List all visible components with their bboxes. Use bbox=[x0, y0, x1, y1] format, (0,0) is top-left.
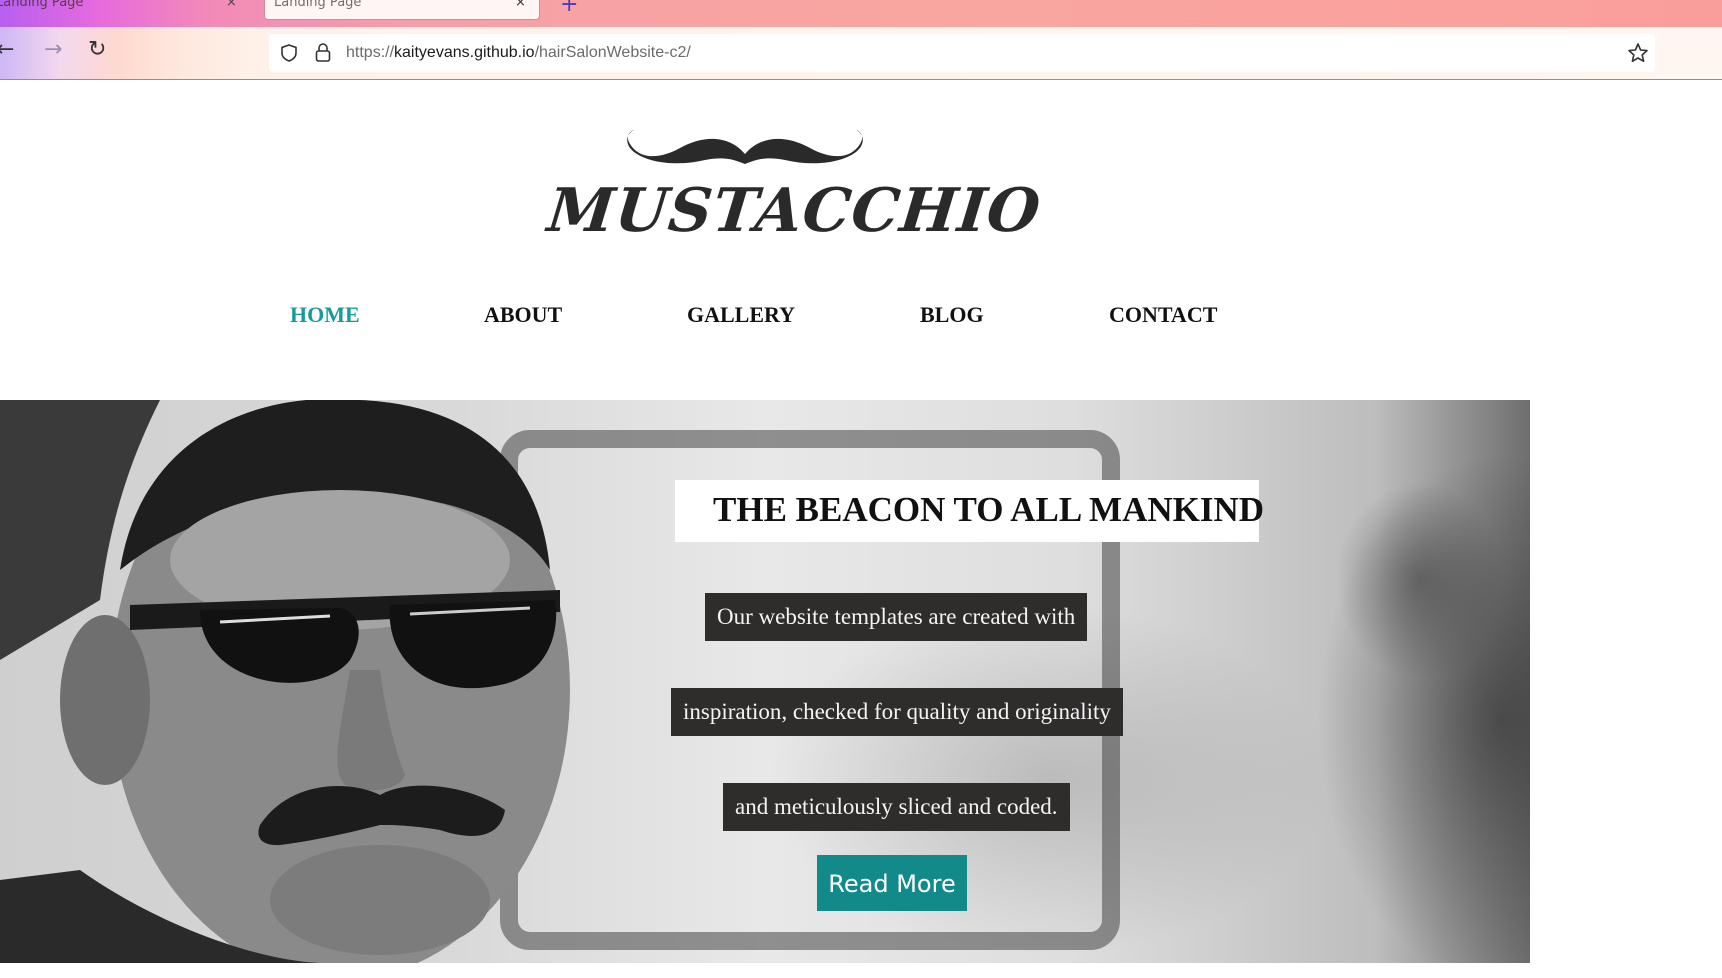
hero-photo bbox=[0, 400, 570, 963]
tab-close-icon[interactable]: × bbox=[226, 0, 237, 10]
nav-home[interactable]: HOME bbox=[290, 302, 360, 328]
bookmark-star-icon[interactable] bbox=[1627, 42, 1649, 64]
hero-text-line: and meticulously sliced and coded. bbox=[723, 783, 1070, 831]
browser-tab-strip: Landing Page × Landing Page × + bbox=[0, 0, 1722, 27]
lock-icon[interactable] bbox=[314, 42, 332, 64]
nav-gallery[interactable]: GALLERY bbox=[687, 302, 795, 328]
tab-close-icon[interactable]: × bbox=[515, 0, 526, 10]
hero-text-line: inspiration, checked for quality and ori… bbox=[671, 688, 1123, 736]
new-tab-button[interactable]: + bbox=[560, 0, 578, 17]
url-scheme: https:// bbox=[346, 44, 395, 61]
tab-title: Landing Page bbox=[0, 0, 84, 10]
browser-toolbar: ← → ↻ https://kaityevans.github.io/hairS… bbox=[0, 27, 1722, 80]
back-arrow-icon[interactable]: ← bbox=[0, 39, 14, 61]
read-more-button[interactable]: Read More bbox=[817, 855, 967, 911]
address-bar[interactable]: https://kaityevans.github.io/hairSalonWe… bbox=[269, 34, 1655, 72]
nav-blog[interactable]: BLOG bbox=[920, 302, 984, 328]
browser-tab[interactable]: Landing Page × bbox=[0, 0, 248, 20]
hero-text-line: Our website templates are created with bbox=[705, 593, 1088, 641]
nav-about[interactable]: ABOUT bbox=[484, 302, 562, 328]
tab-title: Landing Page bbox=[274, 0, 362, 10]
url-text[interactable]: https://kaityevans.github.io/hairSalonWe… bbox=[346, 44, 691, 62]
reload-icon[interactable]: ↻ bbox=[88, 39, 106, 61]
hero-title-box: THE BEACON TO ALL MANKIND bbox=[675, 480, 1264, 542]
nav-contact[interactable]: CONTACT bbox=[1109, 302, 1217, 328]
mustache-icon bbox=[627, 130, 863, 164]
forward-arrow-icon[interactable]: → bbox=[44, 39, 62, 61]
hero-title: THE BEACON TO ALL MANKIND bbox=[713, 490, 1265, 529]
hero-banner: THE BEACON TO ALL MANKIND Our website te… bbox=[0, 400, 1530, 963]
logo-text: MUSTACCHIO bbox=[544, 176, 1045, 246]
url-path: /hairSalonWebsite-c2/ bbox=[534, 44, 691, 61]
browser-tab-active[interactable]: Landing Page × bbox=[264, 0, 540, 20]
shield-icon[interactable] bbox=[279, 43, 299, 63]
site-logo[interactable]: MUSTACCHIO bbox=[544, 126, 1044, 256]
url-domain: kaityevans.github.io bbox=[394, 44, 535, 61]
